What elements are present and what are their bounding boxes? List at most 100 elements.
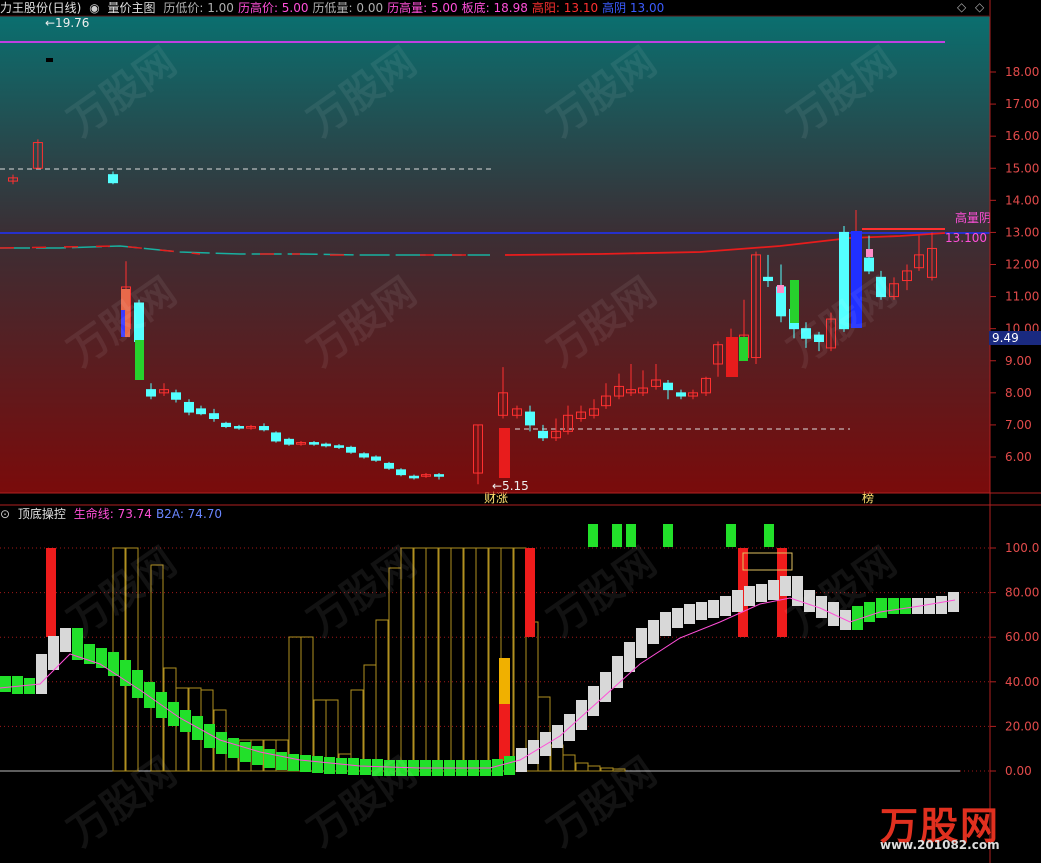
- axis-tick-label: 80.00: [1005, 586, 1039, 600]
- candle-body: [384, 462, 394, 469]
- chevron-down-icon[interactable]: ◉: [89, 1, 99, 15]
- event-label: 榜: [862, 490, 874, 505]
- lifeline-block: [696, 602, 707, 620]
- indicator-values: 生命线: 73.74 B2A: 74.70: [74, 507, 226, 521]
- candle-body: [321, 443, 331, 447]
- axis-tick-label: 60.00: [1005, 630, 1039, 644]
- axis-tick-label: 20.00: [1005, 719, 1039, 733]
- axis-tick-label: 14.00: [1005, 193, 1039, 207]
- indicator-title[interactable]: 顶底操控: [18, 507, 66, 521]
- axis-tick-label: 18.00: [1005, 65, 1039, 79]
- price-tag-label: 9.49: [992, 331, 1019, 345]
- axis-tick-label: 8.00: [1005, 386, 1032, 400]
- stock-title[interactable]: 力王股份(日线): [0, 1, 81, 15]
- candle-body: [739, 337, 748, 361]
- brand-url: www.201082.com: [880, 838, 1000, 852]
- header-item-3: 历高量: 5.00: [387, 1, 458, 15]
- lifeline-block: [684, 604, 695, 624]
- buy-marker: [588, 524, 598, 547]
- volume-bar: [150, 564, 164, 772]
- lifeline-block: [588, 686, 599, 716]
- candle-body: [866, 249, 873, 257]
- lifeline-block: [360, 759, 371, 775]
- b2a-line: [0, 597, 956, 769]
- candle-body: [839, 231, 849, 330]
- axis-tick-label: 0.00: [1005, 764, 1032, 778]
- candle-body: [234, 426, 244, 429]
- volume-bar: [587, 765, 601, 772]
- candle-body: [676, 392, 686, 397]
- volume-bar: [375, 619, 389, 772]
- lifeline-block: [936, 596, 947, 614]
- candle-body: [135, 340, 144, 380]
- candle-body: [346, 446, 356, 453]
- candle-body: [851, 231, 862, 328]
- buy-marker: [663, 524, 673, 547]
- volume-bar: [513, 547, 527, 772]
- candle-body: [790, 280, 799, 323]
- candle-body: [209, 413, 219, 419]
- signal-bar: [499, 704, 510, 761]
- header-item-1: 历高价: 5.00: [237, 1, 309, 15]
- collapse-icon[interactable]: ⊙: [0, 507, 10, 521]
- lifeline-block: [612, 656, 623, 688]
- axis-tick-label: 100.0: [1005, 541, 1039, 555]
- candle-body: [777, 285, 784, 293]
- volume-bar: [400, 547, 414, 772]
- axis-tick-label: 7.00: [1005, 418, 1032, 432]
- lifeline-block: [576, 700, 587, 730]
- lifeline-block: [300, 755, 311, 772]
- lifeline-block: [744, 586, 755, 606]
- axis-tick-label: 15.00: [1005, 161, 1039, 175]
- sub-header: ⊙ 顶底操控 生命线: 73.74 B2A: 74.70: [0, 506, 230, 522]
- candle-body: [271, 432, 281, 442]
- lifeline-block: [660, 612, 671, 636]
- candle-body: [763, 276, 773, 282]
- candle-body: [538, 430, 548, 439]
- header-indicator-values: 历低价: 1.00 历高价: 5.00 历低量: 0.00 历高量: 5.00 板底: …: [163, 1, 668, 15]
- lifeline-block: [888, 598, 899, 614]
- resistance-value: 13.100: [945, 231, 987, 245]
- candle-body: [284, 438, 294, 445]
- lifeline-block: [804, 590, 815, 612]
- lifeline-block: [12, 676, 23, 694]
- candle-body: [146, 389, 156, 397]
- lifeline-block: [348, 758, 359, 775]
- header-item-5: 高阳: 13.10: [531, 1, 599, 15]
- indicator-item-1: B2A: 74.70: [155, 507, 223, 521]
- axis-tick-label: 17.00: [1005, 97, 1039, 111]
- stock-chart[interactable]: ←19.76←5.15财涨 榜高量阴13.100 18.0017.0016.001…: [0, 0, 1041, 863]
- volume-bar: [600, 767, 614, 772]
- lifeline-block: [132, 670, 143, 698]
- lifeline-block: [648, 620, 659, 644]
- lifeline-block: [708, 600, 719, 618]
- main-header: 力王股份(日线) ◉ 量价主图 历低价: 1.00 历高价: 5.00 历低量: 0…: [0, 0, 672, 16]
- axis-tick-label: 11.00: [1005, 290, 1039, 304]
- header-item-4: 板底: 18.98: [461, 1, 528, 15]
- candle-body: [134, 302, 144, 342]
- settings-diamond-icon[interactable]: ◇: [957, 0, 966, 14]
- candle-body: [196, 408, 206, 415]
- lifeline-block: [636, 628, 647, 658]
- candle-body: [359, 453, 369, 458]
- panel-menu-icon[interactable]: ◇: [975, 0, 984, 14]
- volume-bar: [363, 664, 377, 772]
- lifeline-block: [720, 596, 731, 616]
- lifeline-block: [288, 754, 299, 771]
- lifeline-block: [768, 580, 779, 600]
- candle-body: [864, 257, 874, 272]
- volume-bar: [475, 547, 489, 772]
- volume-bar: [300, 636, 314, 772]
- candle-body: [814, 334, 824, 343]
- candle-body: [121, 310, 125, 337]
- lifeline-block: [60, 628, 71, 652]
- lifeline-block: [756, 584, 767, 602]
- lifeline-block: [864, 602, 875, 622]
- panel-name[interactable]: 量价主图: [108, 1, 156, 15]
- lifeline-block: [624, 642, 635, 672]
- candle-body: [108, 174, 118, 184]
- lifeline-block: [120, 660, 131, 686]
- lifeline-block: [228, 738, 239, 758]
- lifeline-block: [876, 598, 887, 618]
- indicator-item-0: 生命线: 73.74: [73, 507, 152, 521]
